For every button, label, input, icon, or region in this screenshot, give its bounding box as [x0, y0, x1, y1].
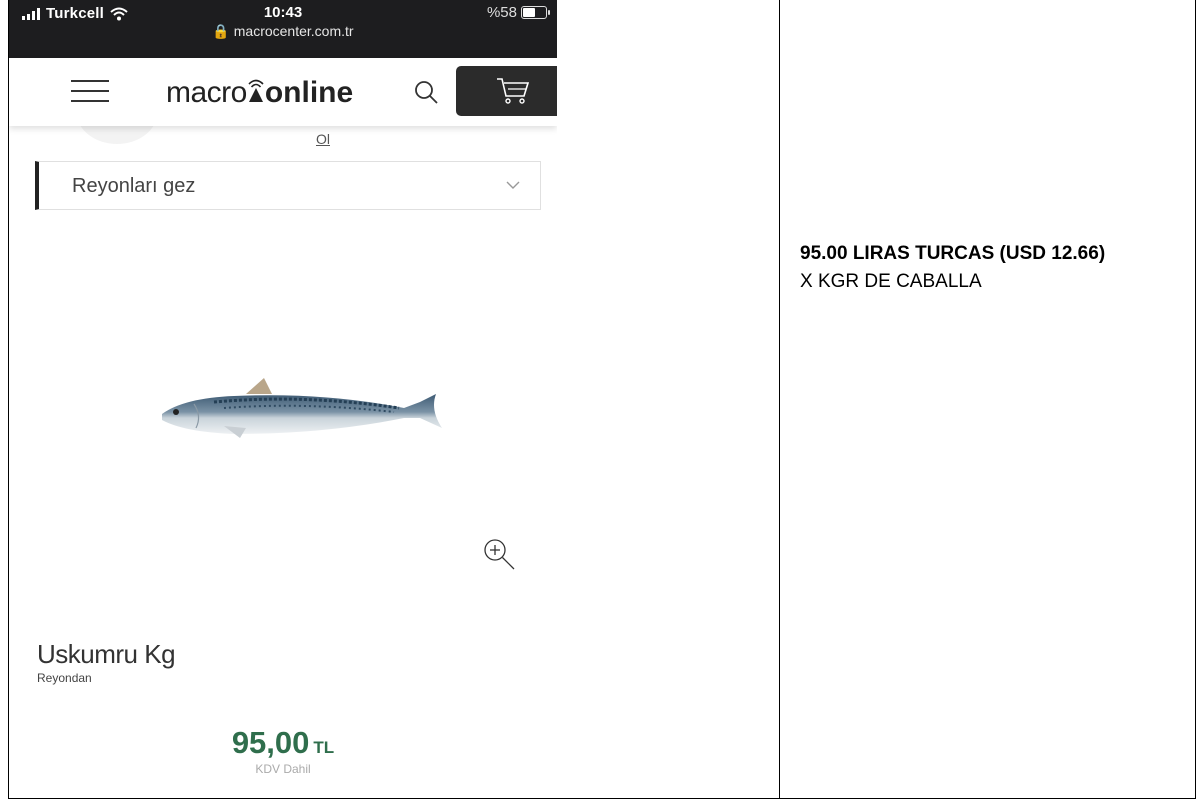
price-currency: TL — [313, 738, 335, 757]
status-bar: Turkcell 10:43 🔒 macrocenter.com.tr %58 — [9, 0, 557, 58]
battery-icon — [521, 6, 550, 19]
battery-indicator: %58 — [486, 4, 550, 21]
logo-signal-icon — [248, 79, 264, 102]
site-logo[interactable]: macro online — [166, 76, 353, 110]
phone-screenshot: Turkcell 10:43 🔒 macrocenter.com.tr %58 … — [9, 0, 557, 798]
aisle-dropdown[interactable]: Reyonları gez — [35, 161, 541, 210]
note-title: 95.00 LIRAS TURCAS (USD 12.66) — [800, 243, 1106, 264]
product-image-mackerel[interactable] — [154, 372, 444, 444]
note-subtitle: X KGR DE CABALLA — [800, 271, 982, 292]
battery-percent: %58 — [486, 4, 517, 21]
zoom-in-icon[interactable] — [481, 536, 517, 572]
site-header: macro online — [9, 58, 557, 126]
tax-note: KDV Dahil — [255, 762, 311, 776]
product-name: Uskumru Kg — [37, 639, 176, 669]
search-icon[interactable] — [414, 80, 440, 106]
logo-text-macro: macro — [166, 76, 247, 109]
url-bar[interactable]: 🔒 macrocenter.com.tr — [9, 23, 557, 40]
chevron-down-icon — [506, 181, 520, 189]
table-column-divider — [779, 0, 780, 799]
partial-link[interactable]: Ol — [316, 131, 330, 147]
cart-icon — [497, 78, 530, 104]
price-value: 95,00 — [231, 725, 310, 760]
product-price: 95,00 TL — [9, 725, 557, 761]
lock-icon: 🔒 — [212, 23, 230, 39]
aisle-dropdown-label: Reyonları gez — [72, 175, 196, 197]
clock: 10:43 — [263, 4, 303, 21]
url-text: macrocenter.com.tr — [233, 23, 354, 39]
menu-icon[interactable] — [71, 80, 109, 102]
cart-button[interactable] — [456, 66, 557, 116]
logo-text-online: online — [264, 76, 354, 109]
product-source: Reyondan — [37, 671, 92, 685]
